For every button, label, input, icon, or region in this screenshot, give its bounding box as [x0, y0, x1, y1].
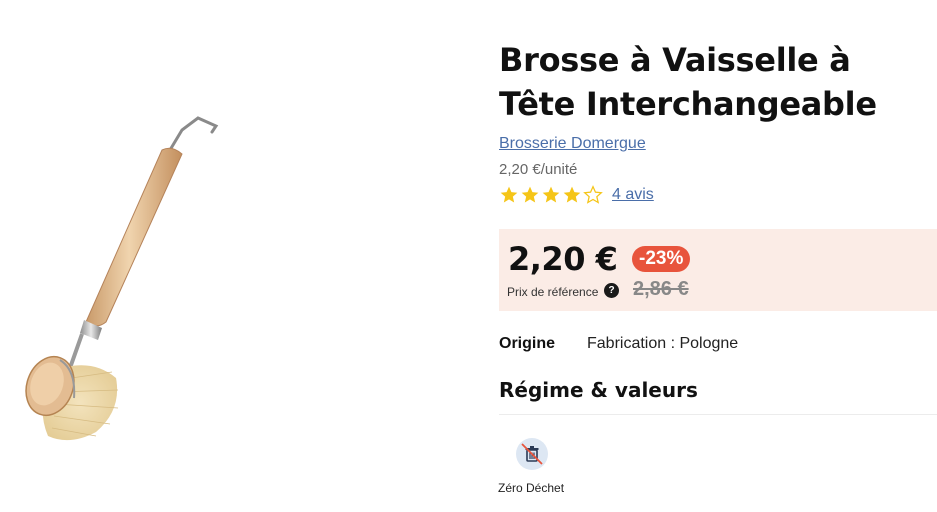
- star-filled-icon: [500, 186, 518, 203]
- price-box: 2,20 € -23% Prix de référence ? 2,86 €: [499, 229, 937, 311]
- values-section-title: Régime & valeurs: [499, 378, 698, 402]
- unit-price: 2,20 €/unité: [499, 161, 578, 178]
- price: 2,20 €: [508, 240, 618, 278]
- section-divider: [499, 414, 937, 415]
- rating: 4 avis: [499, 185, 937, 205]
- origin-row: Origine Fabrication : Pologne: [499, 335, 738, 353]
- product-image: [0, 0, 480, 512]
- old-price: 2,86 €: [633, 278, 689, 300]
- discount-badge: -23%: [632, 246, 691, 272]
- product-info: Brosse à Vaisselle à Tête Interchangeabl…: [499, 38, 937, 205]
- reviews-link[interactable]: 4 avis: [612, 186, 654, 204]
- reference-price-label: Prix de référence: [507, 285, 599, 299]
- no-waste-trash-icon: [516, 438, 548, 470]
- origin-label: Origine: [499, 335, 556, 352]
- star-empty-icon: [583, 185, 603, 204]
- product-title: Brosse à Vaisselle à Tête Interchangeabl…: [499, 41, 877, 123]
- origin-value: Fabrication : Pologne: [587, 335, 739, 352]
- badge-label-zero-waste: Zéro Déchet: [498, 481, 565, 495]
- brand-link[interactable]: Brosserie Domergue: [499, 135, 646, 153]
- star-filled-icon: [563, 186, 581, 203]
- question-icon[interactable]: ?: [604, 283, 619, 298]
- star-filled-icon: [521, 186, 539, 203]
- star-filled-icon: [542, 186, 560, 203]
